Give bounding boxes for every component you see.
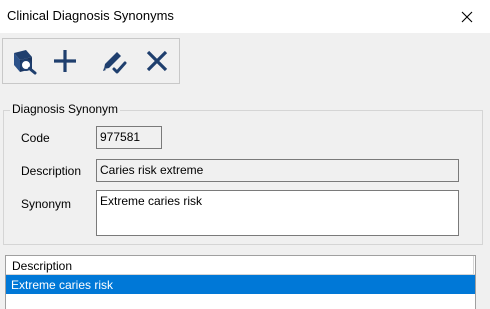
grid-header-label: Description xyxy=(12,259,73,273)
table-cell-description: Extreme caries risk xyxy=(11,278,114,292)
synonym-label: Synonym xyxy=(21,197,72,211)
table-row[interactable]: Extreme caries risk xyxy=(6,275,475,294)
code-field[interactable]: 977581 xyxy=(96,126,162,149)
search-list-icon xyxy=(14,50,37,75)
group-legend: Diagnosis Synonym xyxy=(10,102,121,116)
grid-header-description[interactable]: Description xyxy=(6,256,475,275)
window-title: Clinical Diagnosis Synonyms xyxy=(7,8,174,23)
add-button[interactable] xyxy=(47,45,83,77)
toolbar xyxy=(2,38,180,84)
edit-icon xyxy=(103,52,127,74)
close-button[interactable] xyxy=(444,0,490,33)
delete-icon xyxy=(146,50,168,72)
code-label: Code xyxy=(21,131,50,145)
delete-button[interactable] xyxy=(139,45,175,77)
search-list-button[interactable] xyxy=(6,45,42,77)
grid-header-separator xyxy=(473,256,474,274)
edit-button[interactable] xyxy=(95,45,131,77)
synonym-field[interactable]: Extreme caries risk xyxy=(96,190,459,236)
description-field[interactable]: Caries risk extreme xyxy=(96,159,459,182)
close-icon xyxy=(461,11,473,22)
title-bar: Clinical Diagnosis Synonyms xyxy=(0,0,490,33)
add-icon xyxy=(54,50,76,72)
description-label: Description xyxy=(21,164,82,178)
synonym-grid: Description Extreme caries risk xyxy=(5,255,476,309)
